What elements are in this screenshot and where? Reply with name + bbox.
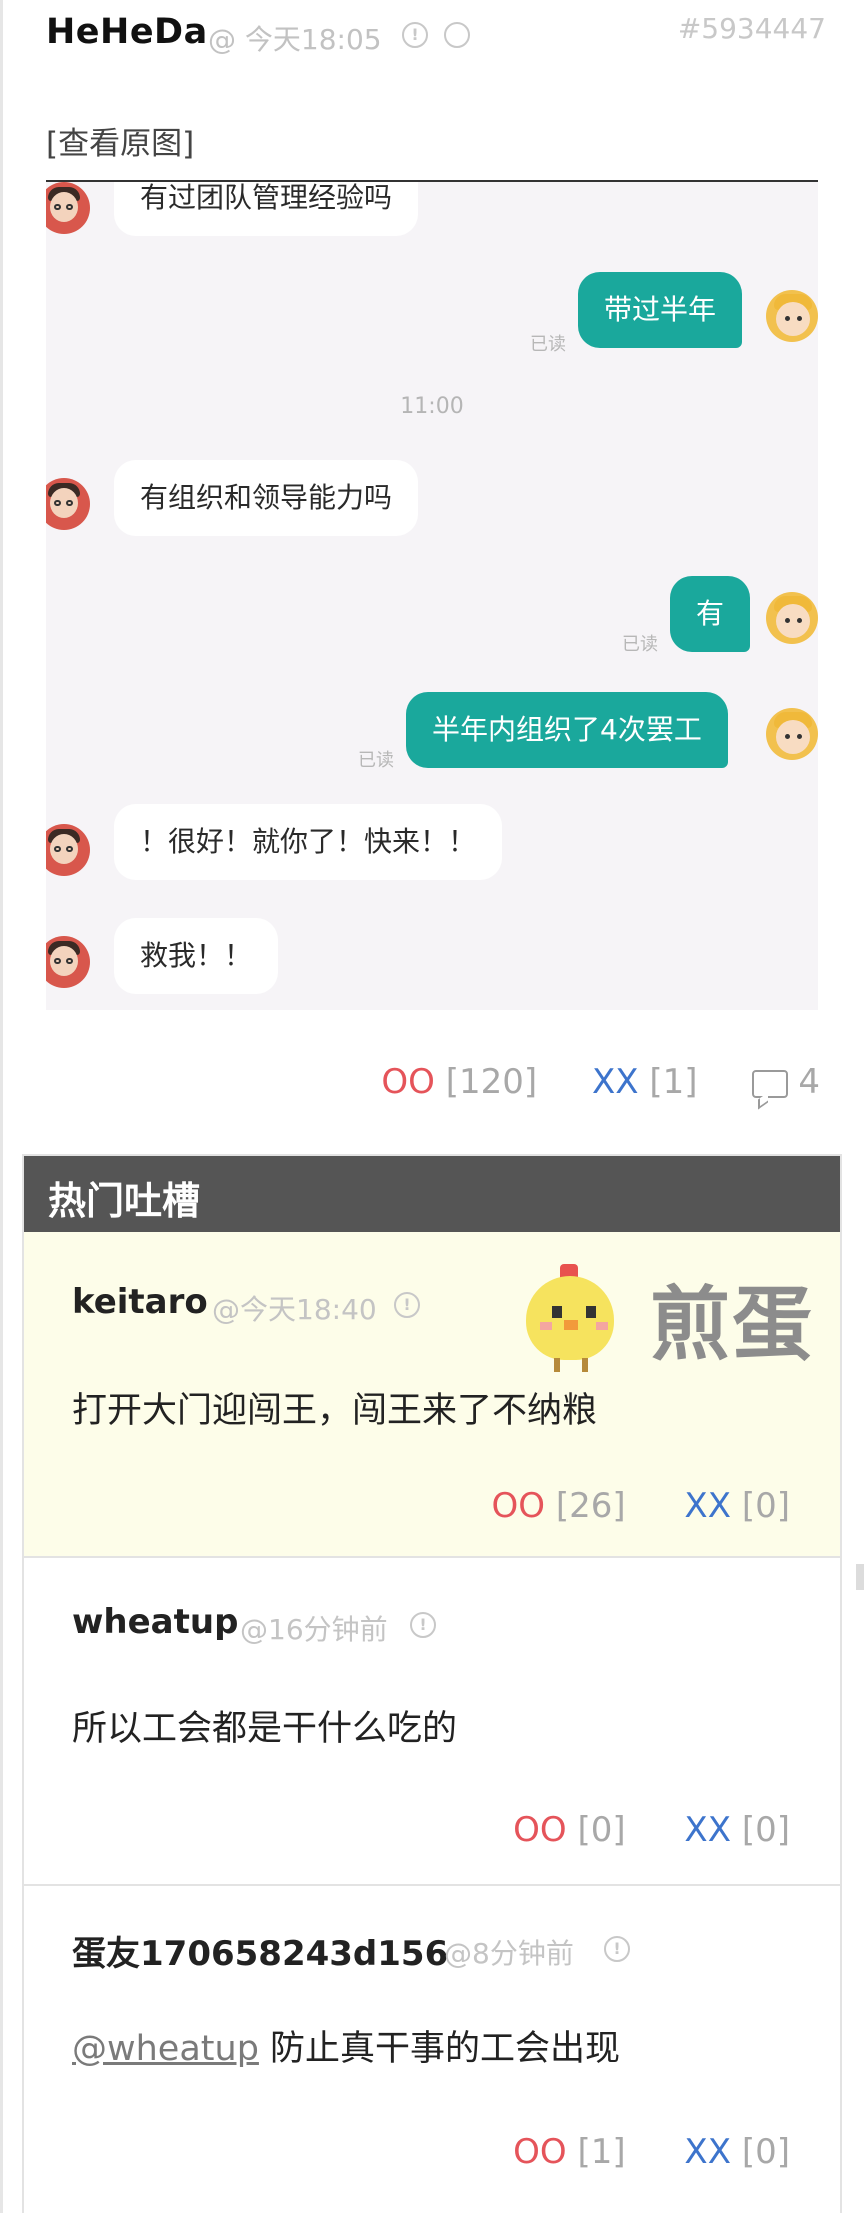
upvote-button[interactable]: OO [1] (513, 2132, 626, 2172)
avatar (766, 592, 818, 644)
report-icon[interactable]: ! (604, 1936, 630, 1962)
post-image[interactable]: 有过团队管理经验吗 已读 带过半年 11:00 有组织和领导能力吗 已读 有 已… (46, 182, 818, 1010)
downvote-button[interactable]: XX [0] (684, 1486, 790, 1526)
downvote-count: [1] (649, 1062, 698, 1102)
avatar (46, 824, 90, 876)
chat-bubble: 有 (670, 576, 751, 652)
chat-bubble: ！很好！就你了！快来！！ (114, 804, 503, 880)
comments-button[interactable]: 4 (752, 1062, 820, 1102)
read-status: 已读 (622, 634, 658, 655)
report-icon[interactable]: ! (402, 22, 428, 48)
avatar (46, 936, 90, 988)
comment-author[interactable]: wheatup (72, 1602, 238, 1642)
site-logo: 煎蛋 (504, 1262, 816, 1372)
post-author[interactable]: HeHeDa (46, 12, 208, 52)
avatar (766, 708, 818, 760)
comment-item: 蛋友170658243d156 @8分钟前 ! @wheatup 防止真干事的工… (24, 1886, 840, 2215)
view-original-link[interactable]: [查看原图] (46, 118, 194, 163)
report-icon[interactable]: ! (394, 1292, 420, 1318)
block-icon[interactable] (444, 22, 470, 48)
comment-author[interactable]: keitaro (72, 1282, 208, 1322)
post-header: HeHeDa @ 今天18:05 ! #5934447 (46, 12, 826, 62)
chat-bubble: 有过团队管理经验吗 (114, 182, 419, 236)
chat-bubble: 有组织和领导能力吗 (114, 460, 419, 536)
comment-votes: OO [1] XX [0] (465, 2132, 790, 2172)
logo-text: 煎蛋 (650, 1278, 814, 1371)
page-edge (0, 0, 3, 2213)
post-time: @ 今天18:05 (208, 23, 382, 56)
hot-comments-header: 热门吐槽 (24, 1156, 840, 1232)
read-status: 已读 (530, 334, 566, 355)
comment-text: @wheatup 防止真干事的工会出现 (72, 2029, 621, 2069)
comment-time: @今天18:40 (212, 1293, 377, 1326)
comment-bubble-icon (752, 1070, 789, 1098)
scrollbar[interactable] (856, 1564, 864, 1590)
upvote-button[interactable]: OO [0] (513, 1810, 626, 1850)
comment-time: @8分钟前 (444, 1937, 574, 1970)
comment-item: wheatup @16分钟前 ! 所以工会都是干什么吃的 OO [0] XX [… (24, 1558, 840, 1886)
upvote-button[interactable]: OO [26] (491, 1486, 625, 1526)
downvote-button[interactable]: XX [0] (684, 2132, 790, 2172)
comment-votes: OO [26] XX [0] (443, 1486, 790, 1526)
chat-bubble: 半年内组织了4次罢工 (406, 692, 728, 768)
avatar (766, 290, 818, 342)
comment-count: 4 (798, 1062, 820, 1102)
hot-comments-title: 热门吐槽 (48, 1179, 201, 1223)
avatar (46, 478, 90, 530)
comment-time: @16分钟前 (240, 1613, 388, 1646)
read-status: 已读 (358, 750, 394, 771)
comment-text: 所以工会都是干什么吃的 (72, 1709, 458, 1749)
chat-bubble: 带过半年 (578, 272, 743, 348)
post-number[interactable]: #5934447 (678, 12, 826, 45)
comment-text: 打开大门迎闯王，闯王来了不纳粮 (72, 1391, 598, 1431)
upvote-button[interactable]: OO [120] (381, 1062, 537, 1102)
report-icon[interactable]: ! (410, 1612, 436, 1638)
avatar (46, 182, 90, 234)
downvote-button[interactable]: XX [0] (684, 1810, 790, 1850)
post-actions: OO [120] XX [1] 4 (381, 1062, 820, 1108)
comment-votes: OO [0] XX [0] (465, 1810, 790, 1850)
upvote-count: [120] (445, 1062, 538, 1102)
mention-link[interactable]: @wheatup (72, 2029, 259, 2069)
downvote-button[interactable]: XX [1] (592, 1062, 698, 1102)
chat-timestamp: 11:00 (400, 394, 464, 419)
comment-author[interactable]: 蛋友170658243d156 (72, 1926, 448, 1975)
chat-bubble: 救我！！ (114, 918, 279, 994)
